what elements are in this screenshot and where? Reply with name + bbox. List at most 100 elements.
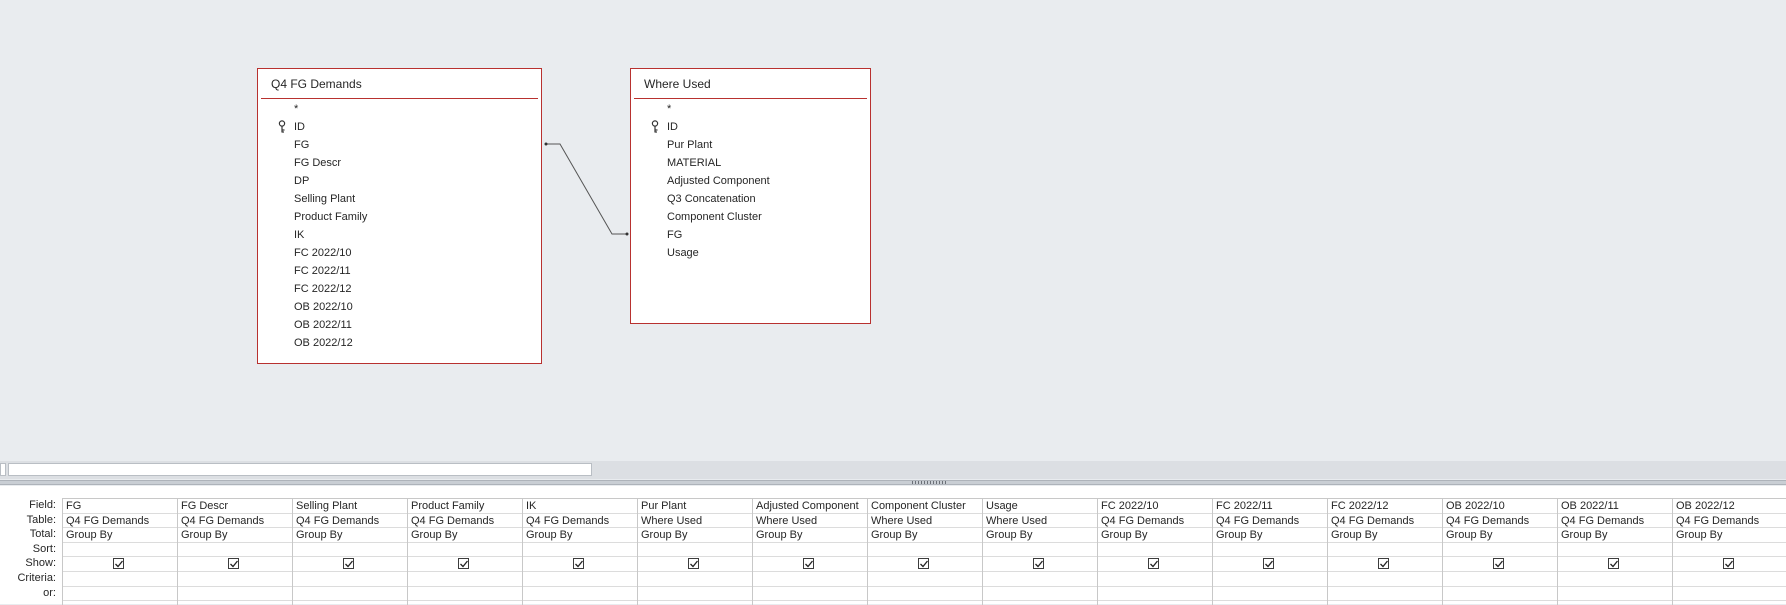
grid-cell-sort[interactable] — [1673, 543, 1786, 558]
show-checkbox[interactable] — [573, 558, 584, 570]
grid-cell-total[interactable]: Group By — [638, 528, 752, 543]
grid-cell-criteria[interactable] — [1098, 572, 1212, 587]
grid-column[interactable]: Component Cluster Where Used Group By — [867, 499, 982, 605]
show-checkbox[interactable] — [1033, 558, 1044, 570]
show-checkbox[interactable] — [1263, 558, 1274, 570]
field-row[interactable]: OB 2022/12 — [258, 334, 541, 352]
grid-cell-criteria[interactable] — [1443, 572, 1557, 587]
grid-cell-or[interactable] — [753, 587, 867, 602]
grid-cell-field[interactable]: Pur Plant — [638, 499, 752, 514]
field-row[interactable]: OB 2022/10 — [258, 298, 541, 316]
grid-cell-sort[interactable] — [523, 543, 637, 558]
field-row[interactable]: * — [258, 100, 541, 118]
grid-cell-or[interactable] — [868, 587, 982, 602]
grid-cell-field[interactable]: OB 2022/12 — [1673, 499, 1786, 514]
grid-cell-criteria[interactable] — [1673, 572, 1786, 587]
grid-cell-field[interactable]: IK — [523, 499, 637, 514]
grid-cell-table[interactable]: Q4 FG Demands — [408, 514, 522, 529]
grid-cell-sort[interactable] — [408, 543, 522, 558]
grid-cell-or[interactable] — [178, 587, 292, 602]
grid-cell-field[interactable]: FC 2022/11 — [1213, 499, 1327, 514]
grid-column[interactable]: FC 2022/10 Q4 FG Demands Group By — [1097, 499, 1212, 605]
show-checkbox[interactable] — [688, 558, 699, 570]
grid-cell-field[interactable]: Product Family — [408, 499, 522, 514]
grid-cell-or[interactable] — [63, 587, 177, 602]
show-checkbox[interactable] — [113, 558, 124, 570]
grid-cell-table[interactable]: Where Used — [983, 514, 1097, 529]
grid-cell-table[interactable]: Q4 FG Demands — [63, 514, 177, 529]
grid-column[interactable]: Usage Where Used Group By — [982, 499, 1097, 605]
grid-cell-total[interactable]: Group By — [868, 528, 982, 543]
grid-cell-field[interactable]: FG — [63, 499, 177, 514]
grid-cell-sort[interactable] — [1558, 543, 1672, 558]
grid-cell-sort[interactable] — [753, 543, 867, 558]
grid-cell-or[interactable] — [638, 587, 752, 602]
grid-cell-total[interactable]: Group By — [1558, 528, 1672, 543]
scroll-left-button[interactable] — [0, 463, 6, 476]
grid-cell-total[interactable]: Group By — [753, 528, 867, 543]
field-row[interactable]: FC 2022/11 — [258, 262, 541, 280]
grid-cell-field[interactable]: FC 2022/10 — [1098, 499, 1212, 514]
grid-cell-criteria[interactable] — [523, 572, 637, 587]
field-row[interactable]: FG Descr — [258, 154, 541, 172]
grid-cell-total[interactable]: Group By — [408, 528, 522, 543]
grid-cell-total[interactable]: Group By — [178, 528, 292, 543]
grid-cell-total[interactable]: Group By — [1673, 528, 1786, 543]
show-checkbox[interactable] — [1493, 558, 1504, 570]
table-q4-fg-demands[interactable]: Q4 FG Demands * ID FG FG Descr DP Selling Pla… — [257, 68, 542, 364]
grid-column[interactable]: OB 2022/11 Q4 FG Demands Group By — [1557, 499, 1672, 605]
grid-cell-criteria[interactable] — [868, 572, 982, 587]
grid-cell-field[interactable]: Component Cluster — [868, 499, 982, 514]
table-where-used[interactable]: Where Used * ID Pur Plant MATERIAL Adjusted … — [630, 68, 871, 324]
grid-cell-or[interactable] — [1558, 587, 1672, 602]
pane-splitter[interactable] — [0, 480, 1786, 485]
grid-column[interactable]: Product Family Q4 FG Demands Group By — [407, 499, 522, 605]
grid-cell-sort[interactable] — [1098, 543, 1212, 558]
grid-cell-sort[interactable] — [1328, 543, 1442, 558]
grid-cell-criteria[interactable] — [753, 572, 867, 587]
grid-cell-total[interactable]: Group By — [1098, 528, 1212, 543]
show-checkbox[interactable] — [1148, 558, 1159, 570]
show-checkbox[interactable] — [458, 558, 469, 570]
grid-cell-sort[interactable] — [1213, 543, 1327, 558]
grid-cell-field[interactable]: Adjusted Component — [753, 499, 867, 514]
show-checkbox[interactable] — [1608, 558, 1619, 570]
grid-cell-table[interactable]: Q4 FG Demands — [1098, 514, 1212, 529]
field-row[interactable]: Selling Plant — [258, 190, 541, 208]
grid-cell-table[interactable]: Where Used — [753, 514, 867, 529]
grid-column[interactable]: FC 2022/12 Q4 FG Demands Group By — [1327, 499, 1442, 605]
grid-cell-or[interactable] — [1098, 587, 1212, 602]
grid-cell-field[interactable]: Selling Plant — [293, 499, 407, 514]
grid-cell-criteria[interactable] — [1328, 572, 1442, 587]
show-checkbox[interactable] — [1378, 558, 1389, 570]
grid-cell-field[interactable]: Usage — [983, 499, 1097, 514]
field-row[interactable]: MATERIAL — [631, 154, 870, 172]
grid-cell-table[interactable]: Q4 FG Demands — [1673, 514, 1786, 529]
grid-cell-sort[interactable] — [868, 543, 982, 558]
field-row[interactable]: Component Cluster — [631, 208, 870, 226]
field-row[interactable]: ID — [631, 118, 870, 136]
grid-cell-sort[interactable] — [293, 543, 407, 558]
field-row[interactable]: FC 2022/10 — [258, 244, 541, 262]
grid-cell-or[interactable] — [523, 587, 637, 602]
grid-cell-criteria[interactable] — [1213, 572, 1327, 587]
upper-pane-hscrollbar[interactable] — [0, 461, 1786, 479]
grid-cell-table[interactable]: Q4 FG Demands — [178, 514, 292, 529]
grid-cell-or[interactable] — [983, 587, 1097, 602]
grid-cell-sort[interactable] — [63, 543, 177, 558]
grid-column[interactable]: FG Q4 FG Demands Group By — [62, 499, 177, 605]
grid-cell-table[interactable]: Q4 FG Demands — [293, 514, 407, 529]
grid-cell-field[interactable]: OB 2022/11 — [1558, 499, 1672, 514]
grid-cell-table[interactable]: Q4 FG Demands — [1213, 514, 1327, 529]
show-checkbox[interactable] — [1723, 558, 1734, 570]
grid-cell-criteria[interactable] — [178, 572, 292, 587]
grid-cell-or[interactable] — [1213, 587, 1327, 602]
field-row[interactable]: Q3 Concatenation — [631, 190, 870, 208]
show-checkbox[interactable] — [228, 558, 239, 570]
grid-cell-sort[interactable] — [178, 543, 292, 558]
table-title[interactable]: Q4 FG Demands — [261, 69, 538, 99]
grid-cell-or[interactable] — [1443, 587, 1557, 602]
grid-column[interactable]: Pur Plant Where Used Group By — [637, 499, 752, 605]
field-row[interactable]: FG — [258, 136, 541, 154]
grid-cell-total[interactable]: Group By — [1213, 528, 1327, 543]
